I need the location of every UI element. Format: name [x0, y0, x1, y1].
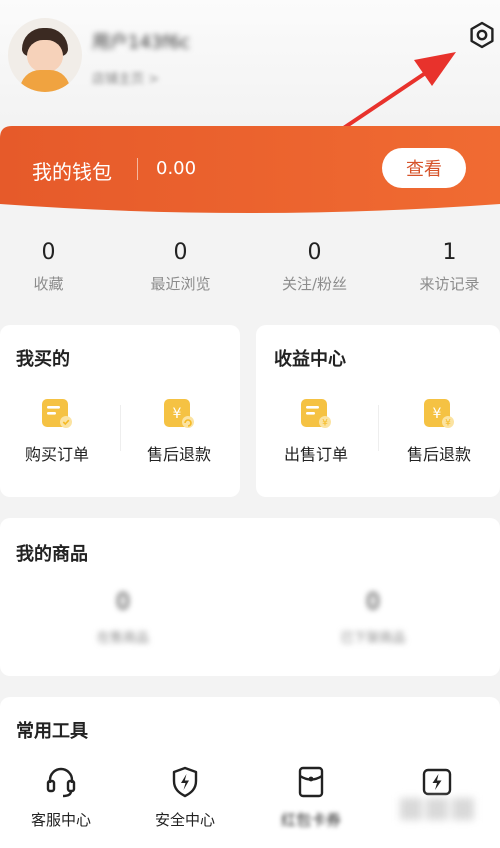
gear-icon — [470, 21, 494, 49]
stat-value: 0 — [173, 240, 188, 265]
income-card: 收益中心 ¥ 出售订单 ¥ ¥ 售后退款 — [256, 325, 500, 497]
flash-icon — [422, 768, 452, 796]
wallet-divider — [137, 158, 138, 180]
shop-home-link[interactable]: 店铺主页 > — [92, 68, 159, 87]
customer-service-button[interactable]: 客服中心 — [6, 765, 116, 830]
income-refund-button[interactable]: ¥ ¥ 售后退款 — [384, 397, 494, 465]
stat-recent-views[interactable]: 0 最近浏览 — [118, 240, 243, 294]
stat-value: 0 — [307, 240, 322, 265]
stat-label: 最近浏览 — [150, 275, 211, 293]
avatar[interactable] — [8, 18, 82, 92]
svg-text:¥: ¥ — [173, 406, 182, 422]
wallet-title: 我的钱包 — [32, 160, 112, 184]
stat-value: 0 — [41, 240, 56, 265]
stat-label: 在售商品 — [96, 631, 149, 646]
profile-header: 用户143f6c 店铺主页 > — [0, 0, 500, 120]
income-title: 收益中心 — [274, 349, 346, 370]
security-center-button[interactable]: 安全中心 — [130, 765, 240, 830]
tile-label: 售后退款 — [406, 445, 471, 464]
products-delisted[interactable]: 0 已下架商品 — [298, 590, 448, 646]
stat-value: 0 — [366, 590, 380, 615]
tools-title: 常用工具 — [16, 721, 88, 742]
headset-icon — [46, 767, 76, 798]
products-on-sale[interactable]: 0 在售商品 — [48, 590, 198, 646]
svg-text:¥: ¥ — [445, 419, 451, 429]
refund-icon: ¥ ¥ — [424, 399, 454, 429]
wallet-banner[interactable]: 我的钱包 0.00 查看 — [0, 126, 500, 218]
sell-orders-button[interactable]: ¥ 出售订单 — [261, 397, 371, 465]
divider — [378, 405, 379, 451]
products-title: 我的商品 — [16, 540, 88, 566]
wallet-balance: 0.00 — [156, 158, 197, 179]
sell-order-icon: ¥ — [301, 399, 331, 429]
tool-label-text: 红包卡券 — [280, 811, 341, 829]
wallet-view-button[interactable]: 查看 — [382, 148, 466, 188]
order-icon — [42, 399, 72, 428]
tool-label: 安全中心 — [154, 811, 215, 829]
divider — [120, 405, 121, 451]
purchase-orders-button[interactable]: 购买订单 — [2, 397, 112, 465]
tool-label: 客服中心 — [30, 811, 91, 829]
bought-title: 我买的 — [16, 349, 70, 370]
svg-text:¥: ¥ — [322, 419, 328, 429]
stat-value: 0 — [116, 590, 130, 615]
tile-label: 售后退款 — [146, 445, 211, 464]
stat-visitors[interactable]: 1 来访记录 — [387, 240, 500, 294]
tile-label: 出售订单 — [283, 445, 348, 464]
username[interactable]: 用户143f6c — [92, 28, 190, 54]
red-packet-button[interactable]: 红包卡券 — [256, 765, 366, 830]
shield-bolt-icon — [172, 766, 198, 798]
stat-label: 关注/粉丝 — [281, 275, 348, 293]
products-title-text: 我的商品 — [16, 544, 88, 565]
tool-label: 红包卡券 — [256, 809, 366, 830]
my-products-card: 我的商品 0 在售商品 0 已下架商品 — [0, 518, 500, 676]
tile-label: 购买订单 — [24, 445, 89, 464]
stat-follows-fans[interactable]: 0 关注/粉丝 — [252, 240, 377, 294]
svg-text:¥: ¥ — [433, 406, 442, 422]
stat-label: 收藏 — [33, 275, 64, 293]
stat-label: 已下架商品 — [340, 631, 406, 646]
stat-favorites[interactable]: 0 收藏 — [0, 240, 111, 294]
bought-card: 我买的 购买订单 ¥ 售后退款 — [0, 325, 240, 497]
refund-icon: ¥ — [164, 399, 194, 428]
stat-label: 来访记录 — [419, 275, 480, 293]
watermark — [400, 798, 480, 838]
settings-button[interactable] — [465, 18, 499, 52]
after-sale-refund-button[interactable]: ¥ 售后退款 — [124, 397, 234, 465]
red-packet-icon — [298, 766, 324, 798]
stats-row: 0 收藏 0 最近浏览 0 关注/粉丝 1 来访记录 — [0, 230, 500, 310]
stat-value: 1 — [442, 240, 457, 265]
